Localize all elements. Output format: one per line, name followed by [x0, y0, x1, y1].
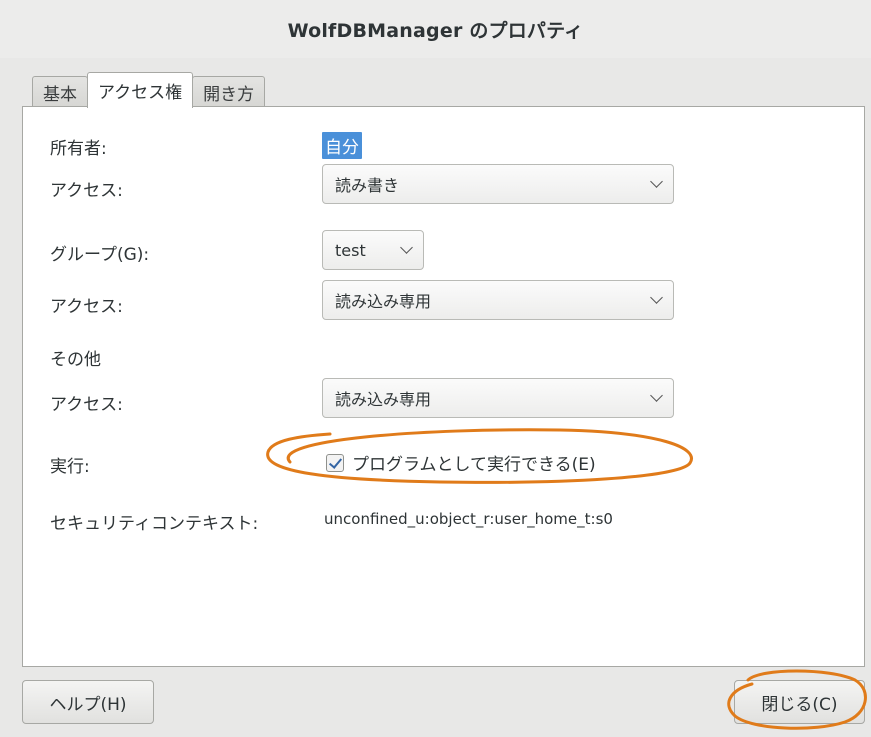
other-access-value: 読み込み専用 — [335, 390, 432, 409]
chevron-down-icon — [650, 175, 663, 188]
title-bar[interactable]: WolfDBManager のプロパティ — [0, 0, 871, 58]
tab-basic[interactable]: 基本 — [32, 76, 88, 108]
tab-permissions[interactable]: アクセス権 — [87, 72, 194, 108]
close-button[interactable]: 閉じる(C) — [734, 680, 865, 724]
security-context-value: unconfined_u:object_r:user_home_t:s0 — [324, 510, 613, 528]
chevron-down-icon — [650, 389, 663, 402]
execute-checkbox-row[interactable]: プログラムとして実行できる(E) — [326, 450, 596, 475]
owner-value: 自分 — [322, 132, 362, 159]
security-context-label: セキュリティコンテキスト: — [50, 514, 259, 534]
group-label: グループ(G): — [50, 245, 150, 265]
group-select[interactable]: test — [322, 230, 424, 270]
owner-access-value: 読み書き — [335, 176, 400, 195]
group-value: test — [335, 240, 366, 260]
group-access-label: アクセス: — [50, 297, 123, 317]
owner-label: 所有者: — [50, 139, 107, 159]
chevron-down-icon — [400, 241, 413, 254]
group-access-value: 読み込み専用 — [335, 292, 432, 311]
tab-open-with[interactable]: 開き方 — [192, 76, 266, 108]
help-button[interactable]: ヘルプ(H) — [22, 680, 154, 724]
execute-label: 実行: — [50, 457, 90, 477]
group-access-select[interactable]: 読み込み専用 — [322, 280, 674, 320]
other-access-label: アクセス: — [50, 395, 123, 415]
window-title: WolfDBManager のプロパティ — [287, 19, 584, 42]
other-access-select[interactable]: 読み込み専用 — [322, 378, 674, 418]
owner-access-label: アクセス: — [50, 181, 123, 201]
execute-checkbox-label[interactable]: プログラムとして実行できる(E) — [352, 450, 596, 475]
owner-access-select[interactable]: 読み書き — [322, 164, 674, 204]
execute-checkbox[interactable] — [326, 453, 344, 472]
other-label: その他 — [50, 350, 101, 370]
tab-bar: 基本 アクセス権 開き方 — [32, 72, 266, 108]
chevron-down-icon — [650, 291, 663, 304]
properties-dialog: WolfDBManager のプロパティ 基本 アクセス権 開き方 所有者: 自… — [0, 0, 871, 737]
